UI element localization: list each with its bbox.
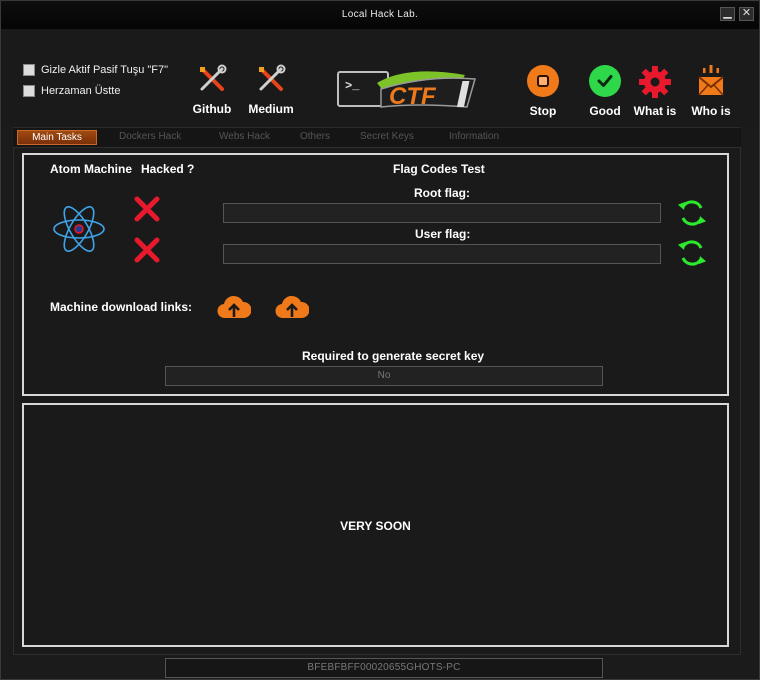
user-flag-input[interactable] (223, 244, 661, 264)
wrench-screwdriver-icon (259, 64, 286, 91)
good-button[interactable]: Good (585, 65, 625, 118)
tab-others[interactable]: Others (300, 131, 330, 142)
svg-text:>_: >_ (345, 79, 360, 93)
secret-key-label: Required to generate secret key (302, 349, 485, 363)
hide-toggle-checkbox[interactable]: Gizle Aktif Pasif Tuşu "F7" (23, 64, 168, 76)
checkbox-box[interactable] (23, 64, 35, 76)
tab-secret-keys[interactable]: Secret Keys (360, 131, 414, 142)
minimize-button[interactable]: ▁ (720, 7, 735, 21)
medium-label: Medium (248, 102, 294, 116)
failed-x-icon (134, 237, 160, 263)
secret-key-field: No (165, 366, 603, 386)
stop-label: Stop (529, 104, 557, 118)
tab-webs-hack[interactable]: Webs Hack (219, 131, 270, 142)
tab-information[interactable]: Information (449, 131, 499, 142)
hacked-label: Hacked ? (141, 162, 195, 176)
gear-icon (639, 66, 671, 98)
stop-icon (527, 65, 559, 97)
download-links-label: Machine download links: (50, 300, 193, 314)
failed-x-icon (134, 196, 160, 222)
user-flag-label: User flag: (415, 227, 471, 241)
cloud-upload-icon[interactable] (275, 292, 309, 320)
ctf-logo: >_ CTF (337, 71, 476, 110)
top-toolbar: Gizle Aktif Pasif Tuşu "F7" Herzaman Üst… (1, 29, 759, 127)
good-label: Good (589, 104, 621, 118)
wrench-screwdriver-icon (200, 64, 227, 91)
title-bar[interactable]: Local Hack Lab. ▁ ✕ (1, 1, 759, 29)
refresh-root-flag-icon[interactable] (678, 198, 706, 228)
github-label: Github (192, 102, 232, 116)
refresh-user-flag-icon[interactable] (678, 238, 706, 268)
who-is-button[interactable]: Who is (689, 65, 733, 118)
window-title: Local Hack Lab. (341, 9, 419, 20)
checkbox-label: Gizle Aktif Pasif Tuşu "F7" (41, 64, 169, 76)
logo-text: CTF (389, 83, 437, 110)
tab-main-tasks[interactable]: Main Tasks (17, 130, 97, 145)
root-flag-input[interactable] (223, 203, 661, 223)
checkbox-label: Herzaman Üstte (41, 85, 121, 97)
what-is-label: What is (633, 104, 677, 118)
who-is-label: Who is (691, 104, 731, 118)
tab-bar: Main Tasks Dockers Hack Webs Hack Others… (13, 127, 741, 147)
stop-button[interactable]: Stop (523, 65, 563, 118)
github-button[interactable]: Github (190, 63, 234, 116)
cloud-upload-icon[interactable] (217, 292, 251, 320)
machine-id-status: BFEBFBFF00020655GHOTS-PC (165, 658, 603, 678)
what-is-button[interactable]: What is (631, 65, 679, 118)
machine-label: Atom Machine (50, 162, 133, 176)
root-flag-label: Root flag: (414, 186, 470, 200)
tab-dockers-hack[interactable]: Dockers Hack (119, 131, 181, 142)
check-icon (589, 65, 621, 97)
checkbox-box[interactable] (23, 85, 35, 97)
app-window: Local Hack Lab. ▁ ✕ Gizle Aktif Pasif Tu… (0, 0, 760, 680)
close-button[interactable]: ✕ (739, 7, 754, 21)
medium-button[interactable]: Medium (247, 63, 295, 116)
always-on-top-checkbox[interactable]: Herzaman Üstte (23, 85, 120, 97)
very-soon-text: VERY SOON (340, 519, 411, 533)
mail-alert-icon (698, 65, 724, 96)
atom-icon (53, 206, 105, 252)
flag-test-label: Flag Codes Test (393, 162, 485, 176)
